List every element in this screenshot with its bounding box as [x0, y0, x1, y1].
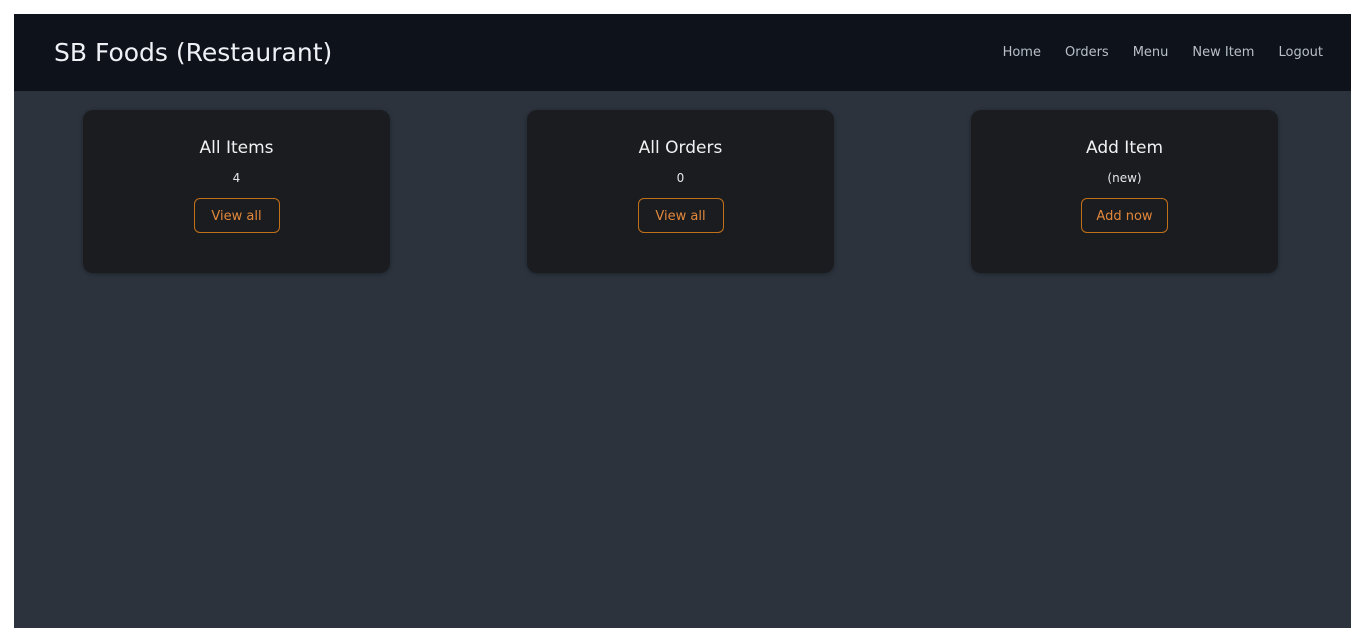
- card-title: All Items: [199, 138, 274, 158]
- view-all-items-button[interactable]: View all: [193, 198, 280, 233]
- items-count: 4: [232, 171, 241, 185]
- add-item-card: Add Item (new) Add now: [971, 110, 1278, 273]
- nav-menu-link[interactable]: Menu: [1133, 45, 1169, 60]
- nav-links: Home Orders Menu New Item Logout: [1003, 14, 1323, 91]
- card-title: All Orders: [638, 138, 723, 158]
- view-all-orders-button[interactable]: View all: [637, 198, 724, 233]
- nav-home-link[interactable]: Home: [1003, 45, 1041, 60]
- all-items-card: All Items 4 View all: [83, 110, 390, 273]
- nav-logout-link[interactable]: Logout: [1278, 45, 1323, 60]
- add-now-button[interactable]: Add now: [1081, 198, 1168, 233]
- orders-count: 0: [676, 171, 685, 185]
- navbar: SB Foods (Restaurant) Home Orders Menu N…: [14, 14, 1351, 91]
- nav-new-item-link[interactable]: New Item: [1192, 45, 1254, 60]
- brand-title[interactable]: SB Foods (Restaurant): [54, 14, 332, 91]
- all-orders-card: All Orders 0 View all: [527, 110, 834, 273]
- add-item-note: (new): [1107, 171, 1142, 185]
- card-title: Add Item: [1085, 138, 1163, 158]
- app-frame: SB Foods (Restaurant) Home Orders Menu N…: [14, 14, 1351, 628]
- nav-orders-link[interactable]: Orders: [1065, 45, 1109, 60]
